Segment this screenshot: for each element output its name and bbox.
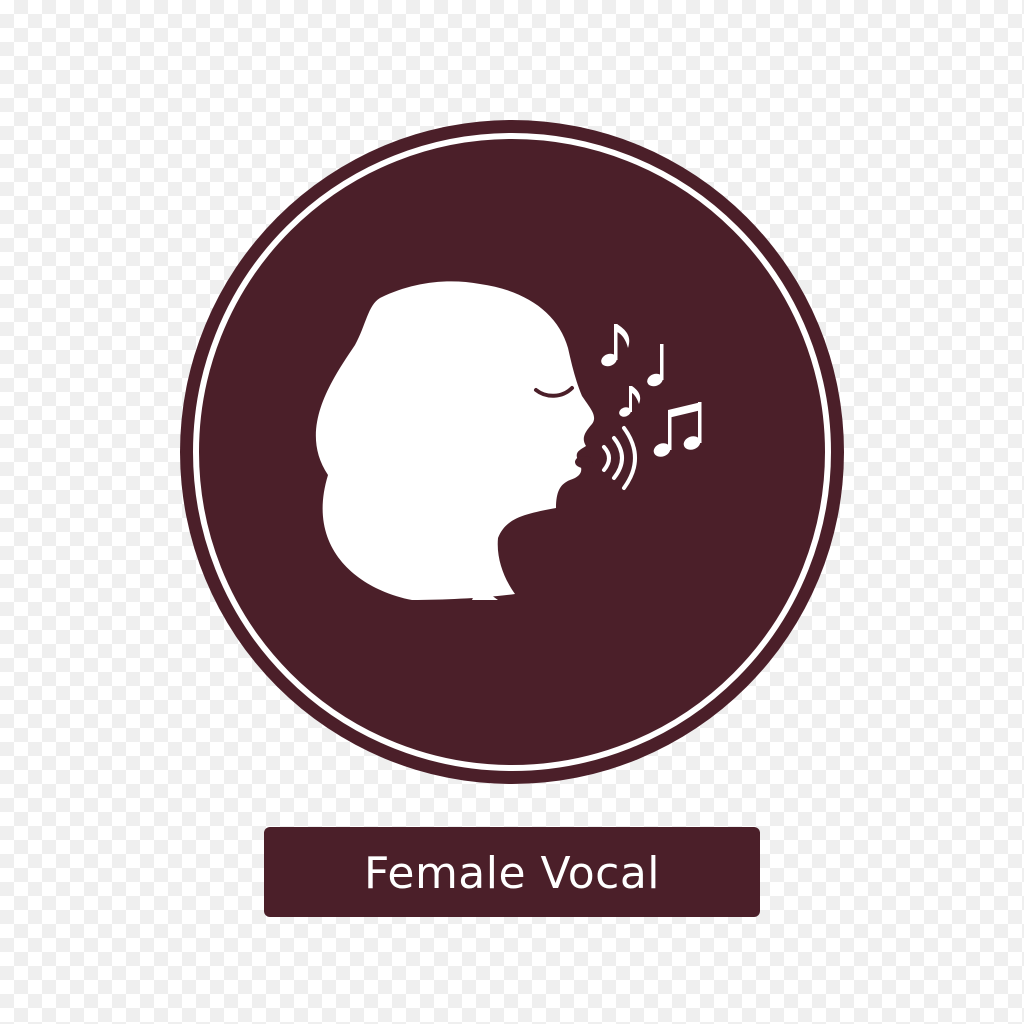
female-vocal-badge (180, 120, 844, 784)
open-mouth (575, 456, 593, 468)
label-bar: Female Vocal (264, 827, 760, 917)
label-text: Female Vocal (363, 847, 661, 899)
